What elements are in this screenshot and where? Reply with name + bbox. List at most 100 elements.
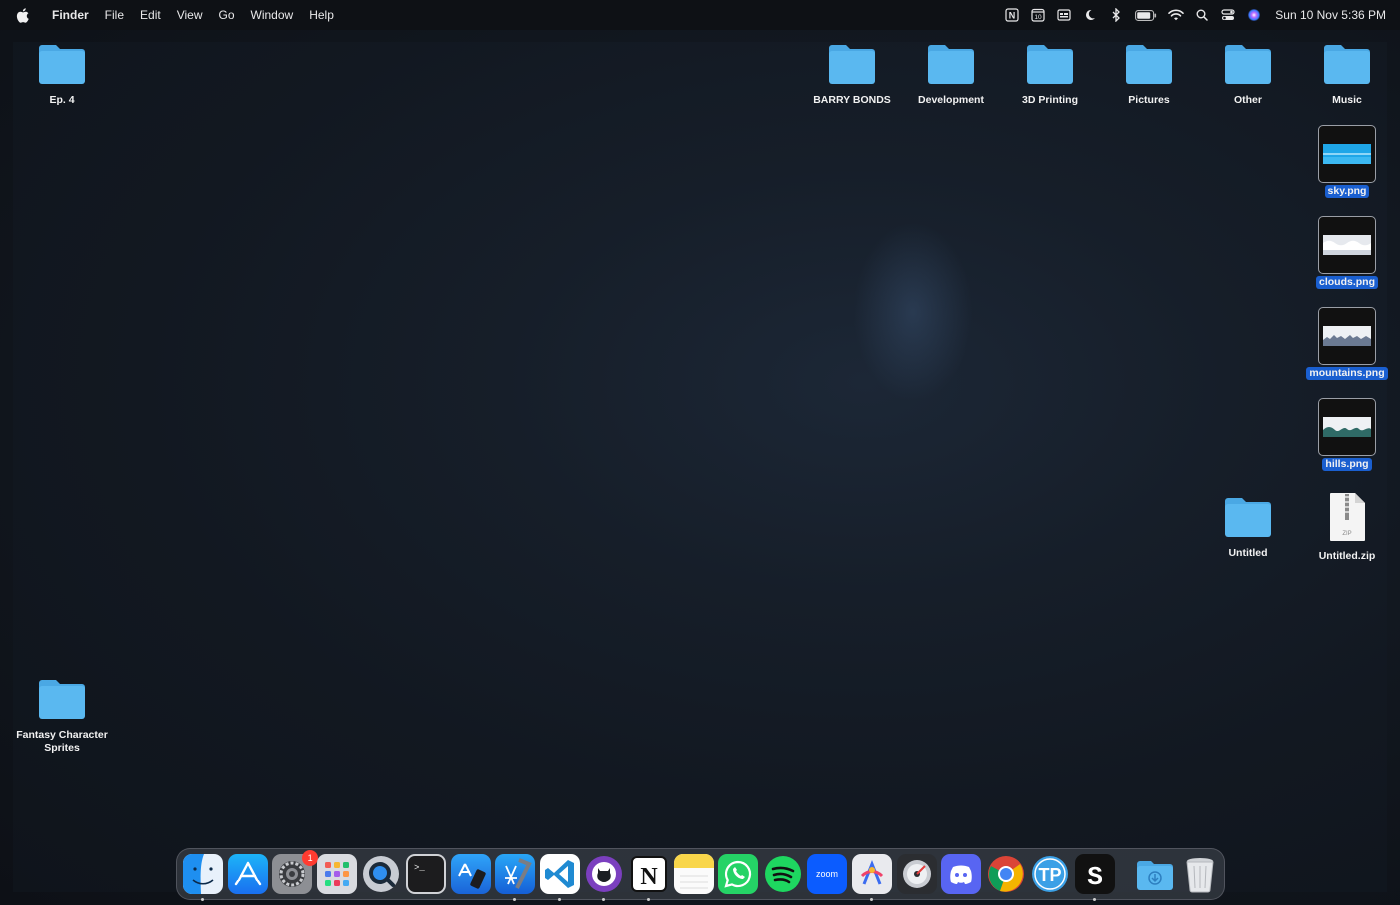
- notion-dock-text: N: [640, 864, 658, 890]
- folder-ep-4[interactable]: Ep. 4: [13, 42, 111, 107]
- menu-bar-clock[interactable]: Sun 10 Nov 5:36 PM: [1267, 8, 1400, 22]
- siri-icon[interactable]: [1241, 0, 1267, 30]
- github-desktop-icon[interactable]: [584, 854, 624, 901]
- desktop-wallpaper: [13, 42, 1387, 892]
- dock: 1 >_ N zoom TP S: [176, 848, 1225, 901]
- quicktime-icon[interactable]: [361, 854, 401, 894]
- finder-icon[interactable]: [183, 854, 223, 901]
- menu-help[interactable]: Help: [301, 0, 342, 30]
- file-label: mountains.png: [1306, 367, 1388, 380]
- file-sky-png[interactable]: sky.png: [1298, 125, 1396, 198]
- file-label: clouds.png: [1316, 276, 1378, 289]
- downloads-stack-icon[interactable]: [1135, 854, 1175, 894]
- disk-utility-icon[interactable]: [896, 854, 937, 894]
- moon-icon[interactable]: [1077, 0, 1103, 30]
- whatsapp-icon[interactable]: [718, 854, 759, 894]
- folder-icon: [1324, 45, 1370, 84]
- xcode-icon[interactable]: [495, 854, 536, 901]
- running-indicator: [869, 898, 873, 901]
- file-mountains-png[interactable]: mountains.png: [1298, 307, 1396, 380]
- notion-icon[interactable]: N: [999, 0, 1025, 30]
- folder-label: 3D Printing: [1021, 94, 1078, 106]
- folder-icon: [1225, 45, 1271, 84]
- discord-icon[interactable]: [941, 854, 982, 894]
- folder-icon: [1027, 45, 1073, 84]
- image-thumbnail: [1318, 398, 1376, 456]
- notification-badge: 1: [302, 850, 319, 866]
- image-thumbnail: [1318, 216, 1376, 274]
- notes-icon[interactable]: [673, 854, 714, 894]
- calendar-status-text: 10: [1035, 14, 1043, 21]
- menu-go[interactable]: Go: [211, 0, 243, 30]
- folder-icon: [1225, 498, 1271, 537]
- calendar-10-icon[interactable]: 10: [1025, 0, 1051, 30]
- folder-untitled[interactable]: Untitled: [1199, 495, 1297, 560]
- bluetooth-icon[interactable]: [1103, 0, 1129, 30]
- image-thumbnail: [1318, 125, 1376, 183]
- running-indicator: [646, 898, 650, 901]
- folder-label: BARRY BONDS: [813, 94, 891, 106]
- sky-thumbnail-icon: [1323, 144, 1371, 164]
- zip-type-text: ZIP: [1342, 531, 1351, 537]
- folder-other[interactable]: Other: [1199, 42, 1297, 107]
- chrome-icon[interactable]: [986, 854, 1026, 894]
- image-thumbnail: [1318, 307, 1376, 365]
- texturepacker-dock-text: TP: [1039, 865, 1062, 885]
- running-indicator: [201, 898, 204, 901]
- folder-label: Other: [1233, 94, 1262, 106]
- battery-icon[interactable]: [1129, 0, 1163, 30]
- apple-menu-icon[interactable]: [16, 7, 30, 23]
- zip-file-icon: ZIP: [1330, 493, 1365, 541]
- clouds-thumbnail-icon: [1323, 235, 1371, 255]
- wallpaper-glow: [853, 222, 973, 402]
- file-clouds-png[interactable]: clouds.png: [1298, 216, 1396, 289]
- file-untitled-zip[interactable]: ZIP Untitled.zip: [1298, 492, 1396, 563]
- folder-label: Pictures: [1128, 94, 1170, 106]
- simulator-icon[interactable]: [450, 854, 491, 894]
- menu-window[interactable]: Window: [243, 0, 302, 30]
- file-hills-png[interactable]: hills.png: [1298, 398, 1396, 471]
- control-center-icon[interactable]: [1215, 0, 1241, 30]
- running-indicator: [557, 898, 561, 901]
- desktop[interactable]: Ep. 4 BARRY BONDS Development 3D Printin…: [0, 30, 1400, 905]
- folder-barry-bonds[interactable]: BARRY BONDS: [803, 42, 901, 107]
- folder-icon: [928, 45, 974, 84]
- mountains-thumbnail-icon: [1323, 326, 1371, 346]
- folder-label: Music: [1332, 94, 1362, 106]
- craft-icon[interactable]: [851, 854, 892, 901]
- search-icon[interactable]: [1189, 0, 1215, 30]
- aseprite-icon[interactable]: S: [1074, 854, 1115, 901]
- app-store-icon[interactable]: [227, 854, 268, 894]
- system-settings-icon[interactable]: 1: [272, 850, 319, 894]
- menu-edit[interactable]: Edit: [132, 0, 169, 30]
- file-label: sky.png: [1324, 185, 1370, 198]
- zoom-dock-text: zoom: [816, 869, 838, 879]
- terminal-icon[interactable]: >_: [405, 854, 446, 894]
- folder-label: Untitled: [1228, 547, 1268, 559]
- folder-3d-printing[interactable]: 3D Printing: [1001, 42, 1099, 107]
- menu-view[interactable]: View: [169, 0, 211, 30]
- zoom-icon[interactable]: zoom: [807, 854, 848, 894]
- trash-icon[interactable]: [1180, 854, 1220, 894]
- folder-music[interactable]: Music: [1298, 42, 1396, 107]
- menu-app-finder[interactable]: Finder: [44, 0, 97, 30]
- file-label: hills.png: [1322, 458, 1372, 471]
- aseprite-dock-text: S: [1087, 862, 1103, 892]
- wifi-icon[interactable]: [1163, 0, 1189, 30]
- folder-fantasy-character-sprites[interactable]: Fantasy Character Sprites: [13, 677, 111, 755]
- folder-pictures[interactable]: Pictures: [1100, 42, 1198, 107]
- menu-bar: Finder File Edit View Go Window Help N 1…: [0, 0, 1400, 30]
- screen-recorder-icon[interactable]: [1051, 0, 1077, 30]
- notion-icon[interactable]: N: [629, 854, 669, 901]
- terminal-prompt-text: >_: [414, 863, 425, 873]
- notion-status-text: N: [1009, 11, 1016, 21]
- folder-icon: [39, 680, 85, 719]
- texturepacker-icon[interactable]: TP: [1030, 854, 1070, 894]
- folder-icon: [1126, 45, 1172, 84]
- vscode-icon[interactable]: [539, 854, 580, 901]
- menu-file[interactable]: File: [97, 0, 132, 30]
- folder-development[interactable]: Development: [902, 42, 1000, 107]
- spotify-icon[interactable]: [763, 854, 803, 894]
- launchpad-icon[interactable]: [316, 854, 357, 894]
- folder-label: Fantasy Character Sprites: [16, 729, 108, 754]
